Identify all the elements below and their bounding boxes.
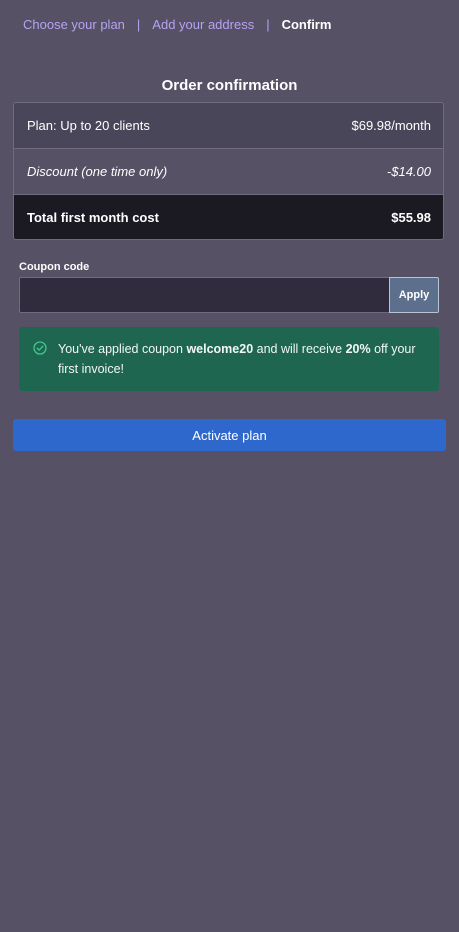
breadcrumb-separator: | [136, 17, 141, 32]
order-summary: Plan: Up to 20 clients $69.98/month Disc… [13, 102, 444, 240]
discount-percent: 20% [345, 342, 371, 356]
apply-button[interactable]: Apply [389, 277, 439, 313]
plan-label: Plan: Up to 20 clients [27, 118, 150, 133]
breadcrumb-separator: | [266, 17, 270, 32]
alert-text-part: and will receive [253, 342, 346, 356]
activate-plan-button[interactable]: Activate plan [13, 419, 446, 451]
breadcrumb-confirm: Confirm [281, 17, 332, 32]
coupon-label: Coupon code [19, 261, 90, 273]
alert-message: You've applied coupon welcome20 and will… [58, 339, 425, 379]
total-label: Total first month cost [27, 209, 159, 225]
breadcrumb-add-address[interactable]: Add your address [152, 16, 254, 34]
page-title: Order confirmation [161, 77, 298, 94]
discount-row: Discount (one time only) -$14.00 [14, 149, 443, 195]
total-row: Total first month cost $55.98 [14, 195, 443, 239]
alert-text-part: You've applied coupon [58, 342, 187, 356]
plan-row: Plan: Up to 20 clients $69.98/month [14, 103, 443, 149]
discount-label: Discount (one time only) [27, 164, 168, 179]
total-value: $55.98 [391, 209, 431, 225]
check-circle-icon [33, 341, 47, 355]
breadcrumb: Choose your plan | Add your address | Co… [23, 16, 331, 34]
coupon-code: welcome20 [186, 342, 254, 356]
discount-value: -$14.00 [386, 164, 431, 179]
coupon-success-alert: You've applied coupon welcome20 and will… [19, 327, 439, 391]
breadcrumb-choose-plan[interactable]: Choose your plan [23, 16, 125, 34]
coupon-group: Apply [19, 277, 439, 313]
plan-price: $69.98/month [351, 118, 431, 133]
coupon-input[interactable] [19, 277, 389, 313]
